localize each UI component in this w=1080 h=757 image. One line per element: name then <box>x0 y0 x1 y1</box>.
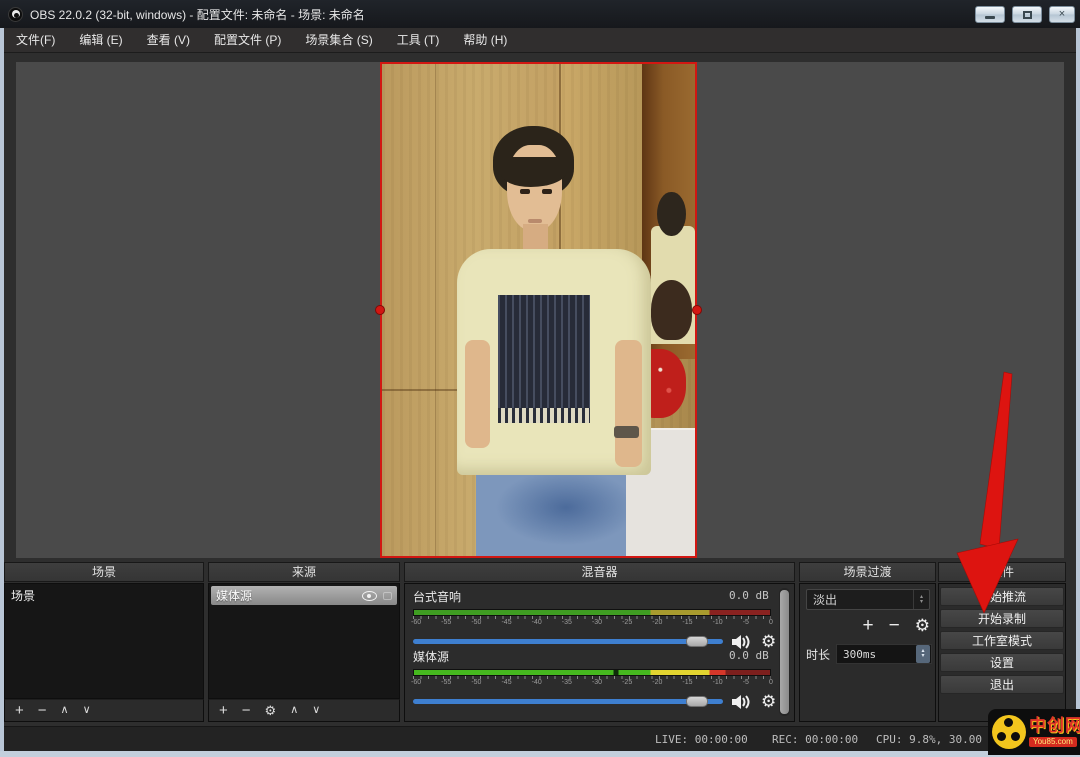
menu-help[interactable]: 帮助 (H) <box>451 28 519 53</box>
channel-db: 0.0 dB <box>729 649 769 662</box>
sources-list: 媒体源 <box>208 583 400 699</box>
sources-toolbar: + − ⚙ ∧ ∨ <box>208 699 400 722</box>
source-down-button[interactable]: ∨ <box>312 705 320 716</box>
scene-item[interactable]: 场景 <box>5 584 203 607</box>
speaker-icon[interactable] <box>731 694 753 710</box>
maximize-icon <box>1023 11 1032 19</box>
menu-tools[interactable]: 工具 (T) <box>385 28 452 53</box>
channel-name: 媒体源 <box>413 650 449 664</box>
start-streaming-button[interactable]: 开始推流 <box>940 587 1064 606</box>
duration-input[interactable]: 300ms ▴▾ <box>836 644 932 664</box>
title-bar: OBS 22.0.2 (32-bit, windows) - 配置文件: 未命名… <box>0 0 1080 28</box>
add-source-button[interactable]: + <box>219 703 228 718</box>
volume-meter <box>413 669 771 676</box>
remove-scene-button[interactable]: − <box>38 703 47 718</box>
video-source-preview[interactable] <box>380 62 697 558</box>
menu-edit[interactable]: 编辑 (E) <box>67 28 134 53</box>
film-reel-icon <box>992 715 1026 749</box>
remove-source-button[interactable]: − <box>242 703 251 718</box>
transition-selected-value: 淡出 <box>807 591 913 608</box>
add-scene-button[interactable]: + <box>15 703 24 718</box>
meter-scale: -60-55-50-45-40-35-30-25-20-15-10-50 <box>411 619 773 627</box>
volume-meter <box>413 609 771 616</box>
add-transition-button[interactable]: + <box>863 616 874 636</box>
selection-handle-left[interactable] <box>375 305 385 315</box>
menu-file[interactable]: 文件(F) <box>4 28 67 53</box>
close-button[interactable]: × <box>1049 6 1075 23</box>
source-properties-gear-icon[interactable]: ⚙ <box>265 704 277 717</box>
mixer-channel-desktop-audio: 台式音响 0.0 dB -60-55-50-45-40-35-30-25-20-… <box>413 588 776 650</box>
menu-scene-collection[interactable]: 场景集合 (S) <box>293 28 384 53</box>
minimize-button[interactable] <box>975 6 1005 23</box>
watermark-site: You85.com <box>1029 737 1077 747</box>
scenes-toolbar: + − ∧ ∨ <box>4 699 204 722</box>
settings-button[interactable]: 设置 <box>940 653 1064 672</box>
channel-name: 台式音响 <box>413 590 461 604</box>
watermark-brand: 中创网 <box>1029 717 1080 735</box>
menu-view[interactable]: 查看 (V) <box>135 28 202 53</box>
status-live: LIVE: 00:00:00 <box>655 733 748 746</box>
studio-mode-button[interactable]: 工作室模式 <box>940 631 1064 650</box>
selection-handle-right[interactable] <box>692 305 702 315</box>
transition-select[interactable]: 淡出 ▴▾ <box>806 589 930 610</box>
window-bottom-border <box>0 751 1080 757</box>
status-rec: REC: 00:00:00 <box>772 733 858 746</box>
scene-down-button[interactable]: ∨ <box>83 705 91 716</box>
mixer-body: 台式音响 0.0 dB -60-55-50-45-40-35-30-25-20-… <box>404 583 795 722</box>
volume-slider[interactable] <box>413 699 723 704</box>
tshirt-print <box>498 295 590 408</box>
source-item-media[interactable]: 媒体源 <box>211 586 397 605</box>
controls-body: 开始推流 开始录制 工作室模式 设置 退出 <box>938 583 1066 722</box>
channel-db: 0.0 dB <box>729 589 769 602</box>
transitions-body: 淡出 ▴▾ + − ⚙ 时长 300ms ▴▾ <box>799 583 936 722</box>
source-item-label: 媒体源 <box>216 587 252 604</box>
start-recording-button[interactable]: 开始录制 <box>940 609 1064 628</box>
wrist-watch <box>614 426 639 439</box>
controls-panel-header[interactable]: 控件 <box>938 562 1066 582</box>
person-jeans <box>476 475 626 556</box>
lock-icon[interactable] <box>383 592 392 600</box>
transition-gear-icon[interactable]: ⚙ <box>915 616 930 636</box>
volume-slider-handle[interactable] <box>686 696 708 707</box>
duration-value: 300ms <box>837 648 916 661</box>
meter-scale: -60-55-50-45-40-35-30-25-20-15-10-50 <box>411 679 773 687</box>
transitions-panel-header[interactable]: 场景过渡 <box>799 562 936 582</box>
mixer-panel-header[interactable]: 混音器 <box>404 562 795 582</box>
maximize-button[interactable] <box>1012 6 1042 23</box>
duration-label: 时长 <box>806 646 830 663</box>
mixer-channel-media-source: 媒体源 0.0 dB -60-55-50-45-40-35-30-25-20-1… <box>413 648 776 710</box>
scenes-panel-header[interactable]: 场景 <box>4 562 204 582</box>
scene-up-button[interactable]: ∧ <box>61 705 69 716</box>
window-title: OBS 22.0.2 (32-bit, windows) - 配置文件: 未命名… <box>30 6 365 23</box>
mixer-scrollbar-thumb[interactable] <box>780 590 789 714</box>
sources-panel-header[interactable]: 来源 <box>208 562 400 582</box>
preview-canvas[interactable] <box>16 62 1064 558</box>
remove-transition-button[interactable]: − <box>889 616 900 636</box>
channel-gear-icon[interactable]: ⚙ <box>761 693 776 710</box>
visibility-eye-icon[interactable] <box>362 591 377 601</box>
obs-logo-icon <box>8 7 23 22</box>
watermark: 中创网 You85.com <box>988 709 1080 755</box>
volume-slider[interactable] <box>413 639 723 644</box>
volume-slider-handle[interactable] <box>686 636 708 647</box>
close-icon: × <box>1059 9 1065 20</box>
status-bar: LIVE: 00:00:00 REC: 00:00:00 CPU: 9.8%, … <box>4 726 1076 751</box>
source-up-button[interactable]: ∧ <box>290 705 298 716</box>
duration-spinner-icon[interactable]: ▴▾ <box>916 645 930 663</box>
menu-bar: 文件(F) 编辑 (E) 查看 (V) 配置文件 (P) 场景集合 (S) 工具… <box>4 28 1076 53</box>
combo-spinner-icon[interactable]: ▴▾ <box>913 590 929 609</box>
minimize-icon <box>985 16 995 19</box>
menu-profile[interactable]: 配置文件 (P) <box>202 28 293 53</box>
exit-button[interactable]: 退出 <box>940 675 1064 694</box>
scenes-list: 场景 <box>4 583 204 699</box>
